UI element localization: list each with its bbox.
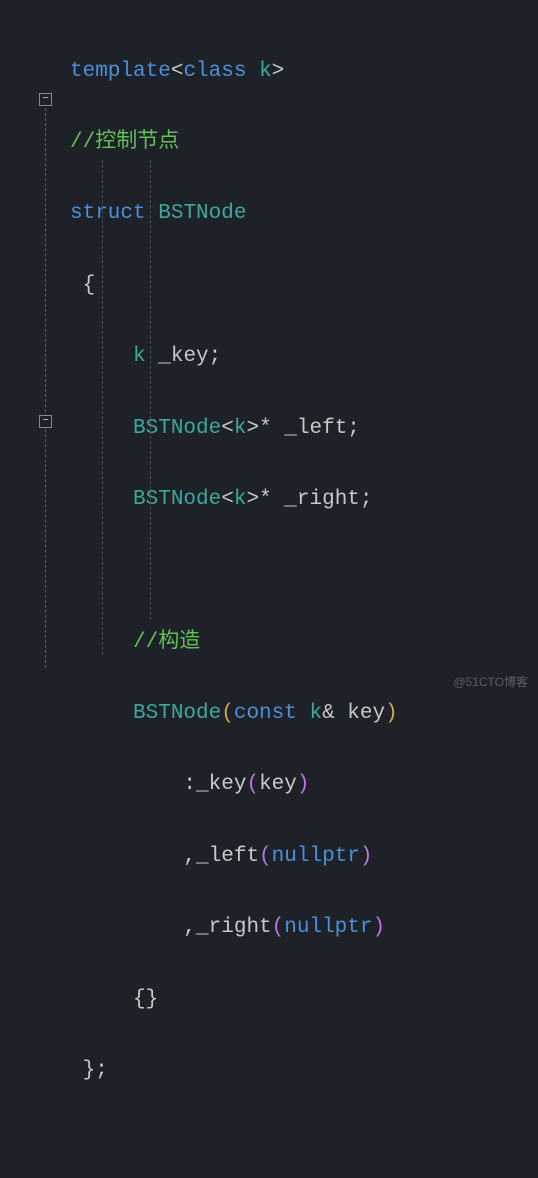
keyword-class: class bbox=[183, 60, 246, 83]
indent-guide-2 bbox=[150, 160, 151, 620]
type-bstnode: BSTNode bbox=[133, 488, 221, 511]
code-line bbox=[70, 553, 538, 589]
code-line: //构造 bbox=[70, 625, 538, 661]
comment: //控制节点 bbox=[70, 131, 179, 154]
empty-body: {} bbox=[133, 988, 158, 1011]
paren-close: ) bbox=[385, 702, 398, 725]
member-right: _right bbox=[284, 488, 360, 511]
brace-open: { bbox=[83, 274, 96, 297]
code-line: :_key(key) bbox=[70, 767, 538, 803]
code-line: ,_left(nullptr) bbox=[70, 839, 538, 875]
type-k: k bbox=[259, 60, 272, 83]
param-key: key bbox=[347, 702, 385, 725]
code-line: }; bbox=[70, 1053, 538, 1089]
ctor-name: BSTNode bbox=[133, 702, 221, 725]
comment: //构造 bbox=[133, 631, 200, 654]
member-key: _key bbox=[158, 345, 208, 368]
gutter: − − bbox=[0, 18, 70, 1178]
code-line: k _key; bbox=[70, 339, 538, 375]
fold-guide-outer bbox=[45, 108, 46, 668]
code-line: {} bbox=[70, 982, 538, 1018]
indent-guide-1 bbox=[102, 160, 103, 655]
fold-toggle-ctor[interactable]: − bbox=[39, 415, 52, 428]
code-line: struct BSTNode bbox=[70, 196, 538, 232]
code-line: { bbox=[70, 268, 538, 304]
code-line: BSTNode<k>* _left; bbox=[70, 411, 538, 447]
keyword-nullptr: nullptr bbox=[284, 916, 372, 939]
type-bstnode: BSTNode bbox=[158, 202, 246, 225]
keyword-template: template bbox=[70, 60, 171, 83]
member-left: _left bbox=[284, 417, 347, 440]
code-line: //控制节点 bbox=[70, 125, 538, 161]
paren-open: ( bbox=[221, 702, 234, 725]
keyword-struct: struct bbox=[70, 202, 146, 225]
keyword-nullptr: nullptr bbox=[272, 845, 360, 868]
code-line: BSTNode(const k& key) bbox=[70, 696, 538, 732]
watermark: @51CTO博客 bbox=[453, 672, 528, 692]
code-area[interactable]: template<class k> //控制节点 struct BSTNode … bbox=[70, 18, 538, 1160]
code-line: BSTNode<k>* _right; bbox=[70, 482, 538, 518]
struct-end: }; bbox=[83, 1059, 108, 1082]
code-line: ,_right(nullptr) bbox=[70, 910, 538, 946]
keyword-const: const bbox=[234, 702, 297, 725]
type-k: k bbox=[133, 345, 146, 368]
code-editor: − − template<class k> //控制节点 struct BSTN… bbox=[0, 0, 538, 1160]
code-line: template<class k> bbox=[70, 54, 538, 90]
type-bstnode: BSTNode bbox=[133, 417, 221, 440]
fold-toggle-struct[interactable]: − bbox=[39, 93, 52, 106]
